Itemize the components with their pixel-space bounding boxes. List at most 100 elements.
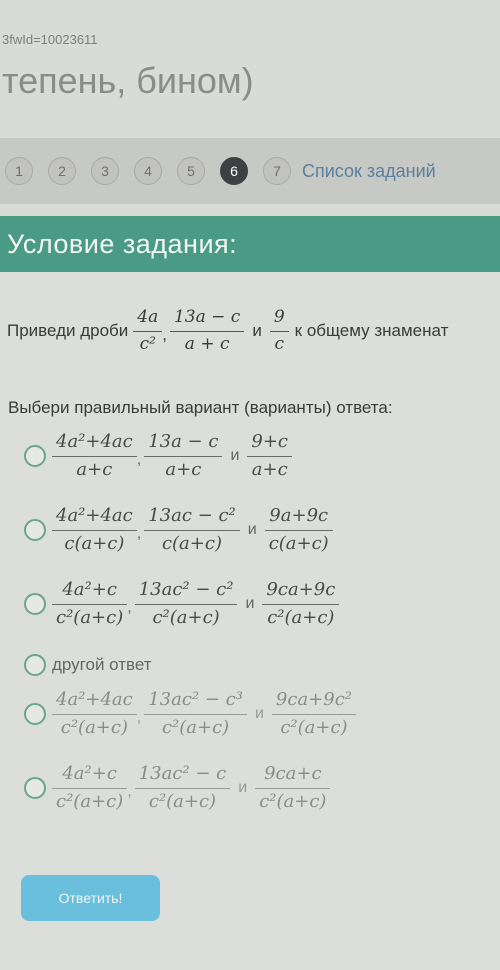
fraction-bar (262, 603, 340, 606)
step-2[interactable]: 2 (48, 157, 76, 185)
task-steps-bar: 1 2 3 4 5 6 7 Список заданий (0, 138, 500, 204)
fraction-denominator: a + c (184, 333, 230, 354)
option-fraction: 4a²+c c²(a+c) (52, 579, 128, 629)
fraction-bar (255, 787, 331, 790)
question-lead: Приведи дроби (7, 321, 129, 341)
fraction-denominator: a+c (165, 459, 202, 481)
task-list-link[interactable]: Список заданий (302, 161, 436, 182)
answer-option-5[interactable]: 4a²+4ac c²(a+c) , 13ac² − c³ c²(a+c) и 9… (24, 689, 357, 739)
fraction-numerator: 9ca+9c² (275, 689, 353, 710)
option-fraction: 13ac² − c² c²(a+c) (134, 579, 238, 629)
and-word: и (230, 447, 240, 465)
fraction-bar (247, 455, 293, 458)
option-fraction: 13ac − c² c(a+c) (144, 505, 240, 555)
fraction-bar (169, 330, 245, 332)
task-condition-title: Условие задания: (7, 228, 238, 259)
fraction-denominator: c²(a+c) (152, 607, 220, 629)
fraction-denominator: c²(a+c) (259, 791, 327, 813)
fraction-bar (264, 529, 333, 532)
step-3[interactable]: 3 (91, 157, 119, 185)
fraction-denominator: a+c (76, 459, 113, 481)
option-text: другой ответ (52, 655, 152, 674)
fraction-bar (271, 713, 357, 716)
fraction-denominator: c²(a+c) (56, 791, 124, 813)
fraction-numerator: 13a − c (173, 307, 241, 327)
fraction-denominator: a+c (251, 459, 288, 481)
radio-button[interactable] (24, 445, 46, 468)
fraction-denominator: c²(a+c) (161, 717, 230, 739)
option-fraction: 4a²+4ac a+c (52, 431, 137, 481)
step-4[interactable]: 4 (134, 157, 162, 185)
answer-option-3[interactable]: 4a²+c c²(a+c) , 13ac² − c² c²(a+c) и 9ca… (24, 579, 340, 629)
option-fraction: 13ac² − c³ c²(a+c) (144, 689, 247, 739)
fraction-bar (134, 787, 231, 790)
option-fraction: 4a²+c c²(a+c) (52, 763, 128, 813)
and-word: и (252, 321, 262, 341)
radio-button[interactable] (24, 519, 46, 542)
and-word: и (238, 779, 248, 797)
option-fraction: 9ca+9c² c²(a+c) (271, 689, 357, 739)
fraction-numerator: 4a²+4ac (56, 689, 133, 710)
radio-button[interactable] (24, 777, 46, 800)
fraction-numerator: 13a − c (148, 431, 219, 452)
and-word: и (247, 521, 257, 539)
fraction-bar (52, 787, 128, 790)
fraction-denominator: c(a+c) (268, 533, 329, 555)
fraction-bar (52, 603, 128, 606)
fraction-numerator: 9+c (251, 431, 289, 452)
option-fraction: 9ca+c c²(a+c) (255, 763, 331, 813)
answer-option-2[interactable]: 4a²+4ac c(a+c) , 13ac − c² c(a+c) и 9a+9… (24, 505, 333, 555)
choose-answer-label: Выбери правильный вариант (варианты) отв… (8, 398, 393, 417)
fraction-numerator: 13ac² − c³ (148, 689, 243, 710)
fraction-bar (144, 713, 247, 716)
fraction-numerator: 4a²+4ac (56, 505, 133, 526)
question-fraction-2: 13a − c a + c (169, 307, 245, 354)
question-tail: к общему знаменат (294, 321, 449, 341)
answer-option-other[interactable]: другой ответ (24, 654, 152, 676)
fraction-numerator: 13ac² − c² (138, 579, 234, 600)
answer-option-1[interactable]: 4a²+4ac a+c , 13a − c a+c и 9+c a+c (24, 431, 293, 481)
fraction-bar (269, 330, 289, 332)
fraction-numerator: 9ca+c (264, 763, 322, 784)
fraction-denominator: c²(a+c) (148, 791, 217, 813)
fraction-numerator: 9 (273, 307, 285, 327)
step-7[interactable]: 7 (263, 157, 291, 185)
step-1[interactable]: 1 (5, 157, 33, 185)
radio-button[interactable] (24, 703, 46, 726)
fraction-denominator: c (274, 333, 284, 354)
step-6-current[interactable]: 6 (220, 157, 248, 185)
step-5[interactable]: 5 (177, 157, 205, 185)
fraction-bar (52, 455, 137, 458)
question-fraction-3: 9 c (269, 307, 289, 354)
option-fraction: 4a²+4ac c²(a+c) (52, 689, 137, 739)
fraction-denominator: c(a+c) (161, 533, 222, 555)
comma: , (162, 325, 167, 345)
fraction-numerator: 9a+9c (269, 505, 329, 526)
radio-button[interactable] (24, 654, 46, 676)
fraction-denominator: c²(a+c) (267, 607, 335, 629)
option-fraction: 13ac² − c c²(a+c) (134, 763, 231, 813)
submit-answer-button[interactable]: Ответить! (21, 875, 160, 921)
fraction-denominator: c² (139, 333, 156, 354)
fraction-denominator: c(a+c) (64, 533, 125, 555)
url-bar: 3fwId=10023611 (2, 32, 98, 47)
fraction-denominator: c²(a+c) (56, 607, 124, 629)
comma: , (136, 525, 142, 543)
fraction-numerator: 4a²+c (62, 763, 117, 784)
comma: , (136, 451, 142, 469)
answer-option-6[interactable]: 4a²+c c²(a+c) , 13ac² − c c²(a+c) и 9ca+… (24, 763, 331, 813)
fraction-denominator: c²(a+c) (280, 717, 348, 739)
comma: , (127, 783, 132, 801)
fraction-bar (144, 529, 240, 532)
option-fraction: 9a+9c c(a+c) (264, 505, 333, 555)
option-fraction: 4a²+4ac c(a+c) (52, 505, 137, 555)
radio-button[interactable] (24, 593, 46, 616)
comma: , (127, 599, 132, 617)
and-word: и (245, 595, 255, 613)
comma: , (136, 709, 142, 727)
fraction-numerator: 9ca+9c (266, 579, 336, 600)
option-fraction: 13a − c a+c (144, 431, 223, 481)
task-content: Приведи дроби 4a c² , 13a − c a + c и 9 … (0, 272, 500, 970)
task-condition-header: Условие задания: (0, 216, 500, 272)
and-word: и (254, 705, 264, 723)
